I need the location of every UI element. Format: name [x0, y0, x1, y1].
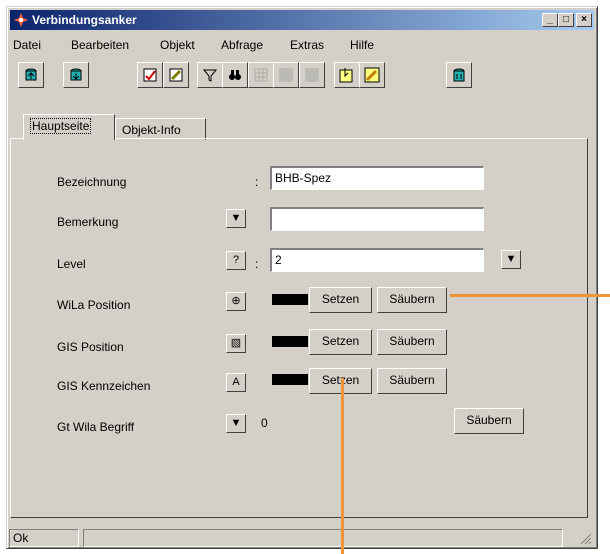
bezeichnung-field[interactable]: BHB-Spez	[270, 166, 484, 190]
gt-wila-value: 0	[261, 416, 268, 430]
level-label: Level	[57, 257, 86, 271]
annotation-line-vertical	[341, 378, 344, 554]
text-a-icon[interactable]: A	[226, 373, 246, 392]
resize-grip-icon[interactable]	[580, 533, 592, 545]
edit-pen-button[interactable]	[163, 62, 189, 88]
tab-hauptseite-label: Hauptseite	[30, 118, 92, 134]
tab-objekt-info-label: Objekt-Info	[122, 123, 181, 137]
level-colon: :	[255, 257, 259, 271]
wila-color-swatch	[272, 294, 308, 305]
gis-color-swatch	[272, 336, 308, 347]
level-help-button[interactable]: ?	[226, 251, 246, 270]
gis-saeubern-button[interactable]: Säubern	[377, 329, 447, 355]
gis-kennzeichen-label: GIS Kennzeichen	[57, 379, 151, 393]
edit-check-icon	[143, 68, 157, 82]
window-title: Verbindungsanker	[32, 13, 137, 27]
kennzeichen-saeubern-button[interactable]: Säubern	[377, 368, 447, 394]
menu-objekt[interactable]: Objekt	[160, 38, 195, 52]
filter-button[interactable]	[197, 62, 223, 88]
close-button[interactable]: ×	[576, 13, 592, 27]
db-up-icon	[25, 68, 37, 81]
edit-check-button[interactable]	[137, 62, 163, 88]
db-up-button[interactable]	[18, 62, 44, 88]
wila-position-label: WiLa Position	[57, 298, 131, 312]
blank-button-2[interactable]	[299, 62, 325, 88]
tab-panel	[10, 138, 588, 518]
kennzeichen-color-swatch	[272, 374, 308, 385]
db-down-icon	[70, 68, 82, 81]
blank-icon	[305, 68, 319, 82]
db-down-button[interactable]	[63, 62, 89, 88]
attach-button[interactable]	[334, 62, 360, 88]
blank-icon	[279, 68, 293, 82]
bemerkung-field[interactable]	[270, 207, 484, 231]
tab-objekt-info[interactable]: Objekt-Info	[115, 118, 206, 140]
level-field[interactable]: 2	[270, 248, 484, 272]
edit-pen-icon	[169, 68, 183, 82]
maximize-button[interactable]: □	[558, 13, 574, 27]
menu-abfrage[interactable]: Abfrage	[221, 38, 263, 52]
trash-button[interactable]	[446, 62, 472, 88]
tab-hauptseite[interactable]: Hauptseite	[23, 114, 115, 140]
filter-icon	[202, 69, 218, 82]
app-icon	[14, 13, 28, 27]
wila-saeubern-button[interactable]: Säubern	[377, 287, 447, 313]
binoculars-button[interactable]	[222, 62, 248, 88]
gt-wila-saeubern-button[interactable]: Säubern	[454, 408, 524, 434]
pattern-icon[interactable]: ▧	[226, 334, 246, 353]
status-panel	[83, 529, 563, 547]
gt-wila-begriff-label: Gt Wila Begriff	[57, 420, 135, 434]
status-text: Ok	[9, 529, 79, 547]
trash-icon	[453, 68, 465, 82]
bemerkung-dropdown-button[interactable]: ▼	[226, 209, 246, 228]
pencil-button[interactable]	[359, 62, 385, 88]
bemerkung-label: Bemerkung	[57, 215, 119, 229]
bezeichnung-colon: :	[255, 175, 259, 189]
gt-wila-dropdown-button[interactable]: ▼	[226, 414, 246, 433]
menu-bearbeiten[interactable]: Bearbeiten	[71, 38, 129, 52]
gis-position-label: GIS Position	[57, 340, 124, 354]
table-icon	[254, 68, 268, 82]
attach-icon	[339, 68, 353, 83]
level-dropdown-button[interactable]: ▼	[501, 250, 521, 269]
crosshair-icon[interactable]: ⊕	[226, 292, 246, 311]
binoculars-icon	[229, 70, 241, 80]
blank-button-1[interactable]	[273, 62, 299, 88]
menu-extras[interactable]: Extras	[290, 38, 324, 52]
annotation-line-horizontal	[450, 294, 610, 297]
minimize-button[interactable]: _	[542, 13, 558, 27]
title-bar[interactable]: Verbindungsanker _ □ ×	[10, 10, 594, 30]
gis-setzen-button[interactable]: Setzen	[309, 329, 372, 355]
table-button[interactable]	[248, 62, 274, 88]
bezeichnung-label: Bezeichnung	[57, 175, 127, 189]
wila-setzen-button[interactable]: Setzen	[309, 287, 372, 313]
menu-datei[interactable]: Datei	[13, 38, 41, 52]
pencil-icon	[364, 67, 380, 83]
menu-hilfe[interactable]: Hilfe	[350, 38, 374, 52]
